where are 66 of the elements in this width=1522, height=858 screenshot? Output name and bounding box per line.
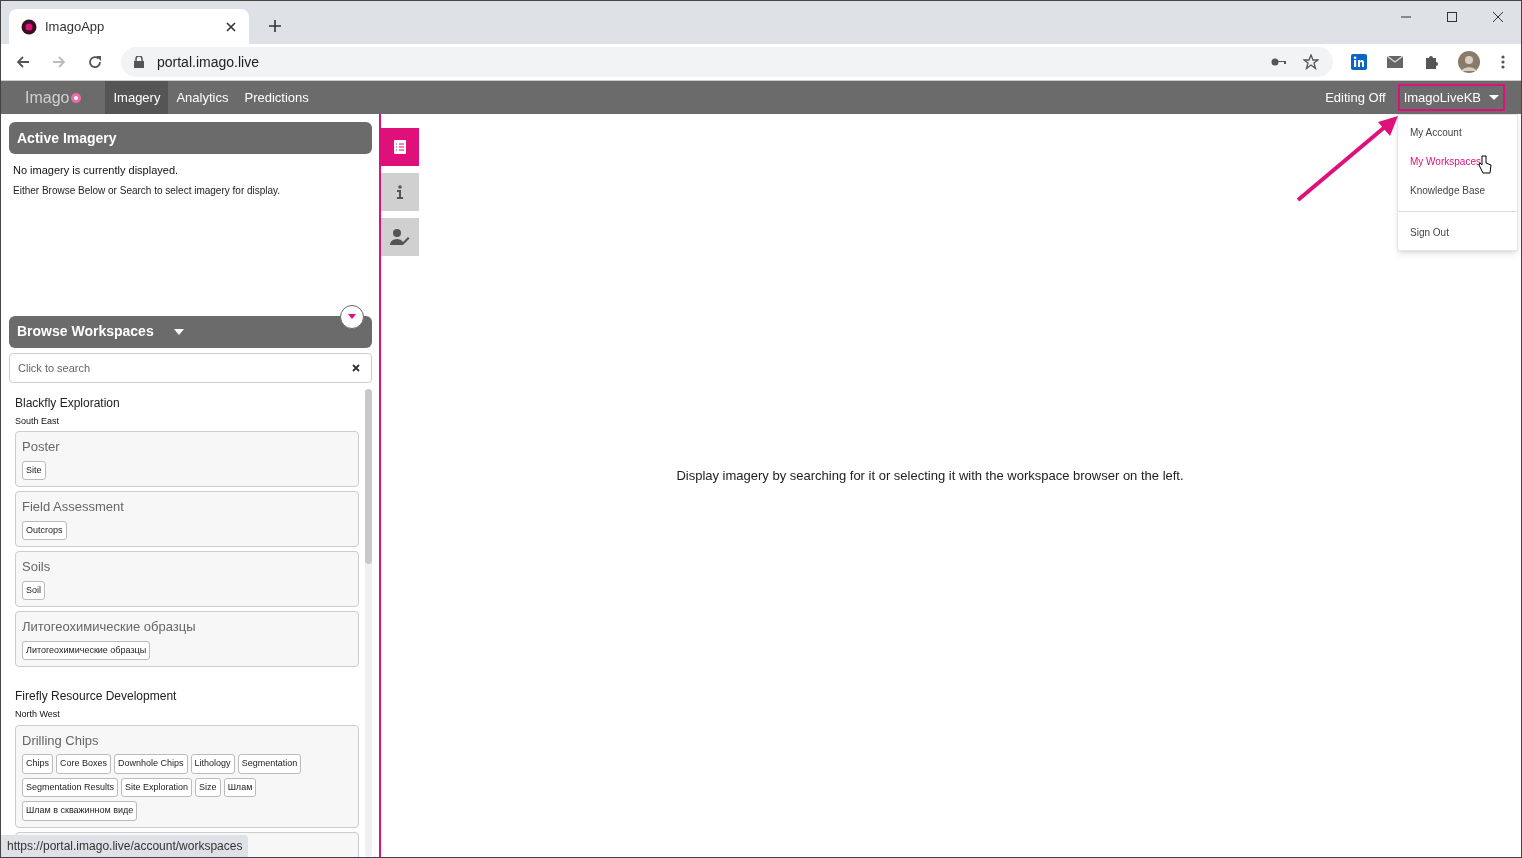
panel-title: Browse Workspaces: [17, 322, 154, 341]
tab-title: ImagoApp: [45, 17, 106, 36]
collection-title: Soils: [22, 558, 52, 576]
tag-chip[interactable]: Site Exploration: [121, 777, 193, 797]
tag-chip[interactable]: Lithology: [190, 754, 235, 774]
clear-icon[interactable]: [350, 361, 362, 374]
nav-tab[interactable]: Imagery: [105, 81, 169, 114]
tag-chip[interactable]: Segmentation: [237, 754, 302, 774]
collection-title: Field Assessment: [22, 498, 125, 516]
logo-icon: [71, 92, 82, 103]
collection-card[interactable]: Poster Site: [15, 431, 359, 487]
tag-chip[interactable]: Литогеохимические образцы: [22, 640, 151, 660]
browser-tab[interactable]: ImagoApp: [9, 9, 249, 44]
tag-chip[interactable]: Size: [195, 777, 221, 797]
region-label: South East: [15, 414, 61, 428]
nav-tab[interactable]: Predictions: [236, 81, 317, 114]
panel-header[interactable]: Browse Workspaces: [9, 315, 372, 348]
scrollbar[interactable]: [365, 388, 372, 857]
status-message: No imagery is currently displayed.: [12, 163, 180, 178]
scrollbar-thumb[interactable]: [365, 388, 372, 564]
workspace-name: Firefly Resource Development: [15, 688, 178, 705]
tag-chip[interactable]: Core Boxes: [56, 754, 112, 774]
tag-chip[interactable]: Segmentation Results: [22, 777, 119, 797]
collection-title: Drilling Chips: [22, 731, 100, 750]
caret-icon: [173, 328, 184, 335]
menu-item[interactable]: Knowledge Base: [1398, 176, 1517, 205]
link-preview-tooltip: https://portal.imago.live/account/workspaces: [1, 835, 249, 857]
tag-chip[interactable]: Chips: [22, 754, 53, 774]
tag-chip[interactable]: Шлам: [223, 777, 257, 797]
close-icon[interactable]: [225, 20, 237, 33]
collection-title: Poster: [22, 438, 61, 456]
user-edit-icon[interactable]: [381, 218, 419, 256]
star-icon[interactable]: [1301, 52, 1321, 72]
collection-card[interactable]: Soils Soil: [15, 551, 359, 607]
search-field[interactable]: Click to search: [9, 352, 372, 383]
info-icon[interactable]: [381, 173, 419, 211]
collection-card[interactable]: Field Assessment Outcrops: [15, 491, 359, 547]
menu-item[interactable]: Sign Out: [1398, 218, 1517, 247]
empty-state-message: Display imagery by searching for it or selecting it with the workspace browser on the left.: [676, 466, 1184, 485]
tag-chip[interactable]: Downhole Chips: [114, 754, 188, 774]
tag-chip[interactable]: Outcrops: [22, 520, 67, 540]
workspace-name: Blackfly Exploration: [15, 394, 121, 412]
editing-status[interactable]: Editing Off: [1325, 87, 1386, 108]
tag-chip[interactable]: Шлам в скважинном виде: [22, 801, 138, 821]
linkedin-icon[interactable]: [1349, 52, 1369, 72]
collection-title: Литогеохимические образцы: [22, 618, 197, 636]
caret-icon: [1489, 95, 1499, 100]
lock-icon: [133, 56, 145, 68]
region-label: North West: [15, 708, 61, 721]
menu-item[interactable]: My Workspaces: [1398, 147, 1517, 176]
avatar-icon[interactable]: [1457, 50, 1481, 74]
list-icon[interactable]: [381, 128, 419, 166]
tag-chip[interactable]: Soil: [22, 580, 45, 600]
collection-card[interactable]: Drilling Chips Chips Core Boxes Downhole Chips Lithology Segmentation Segmentation Results Site Exploration Size Шлам Шлам в скважинном виде: [15, 724, 359, 828]
panel-header: Active Imagery: [9, 122, 372, 154]
menu-item[interactable]: My Account: [1398, 118, 1517, 147]
logo-text: Imago: [25, 87, 70, 108]
favicon-icon: [21, 18, 37, 35]
tag-chip[interactable]: Site: [22, 460, 46, 480]
user-menu-button[interactable]: ImagoLiveKB: [1397, 84, 1505, 111]
nav-tab[interactable]: Analytics: [168, 81, 237, 114]
caret-icon: [348, 314, 356, 319]
address-bar[interactable]: portal.imago.live: [121, 47, 1333, 77]
collapse-button[interactable]: [340, 304, 364, 329]
collection-card[interactable]: Литогеохимические образцы Литогеохимические образцы: [15, 611, 359, 667]
hint-text: Either Browse Below or Search to select imagery for display.: [12, 183, 282, 198]
